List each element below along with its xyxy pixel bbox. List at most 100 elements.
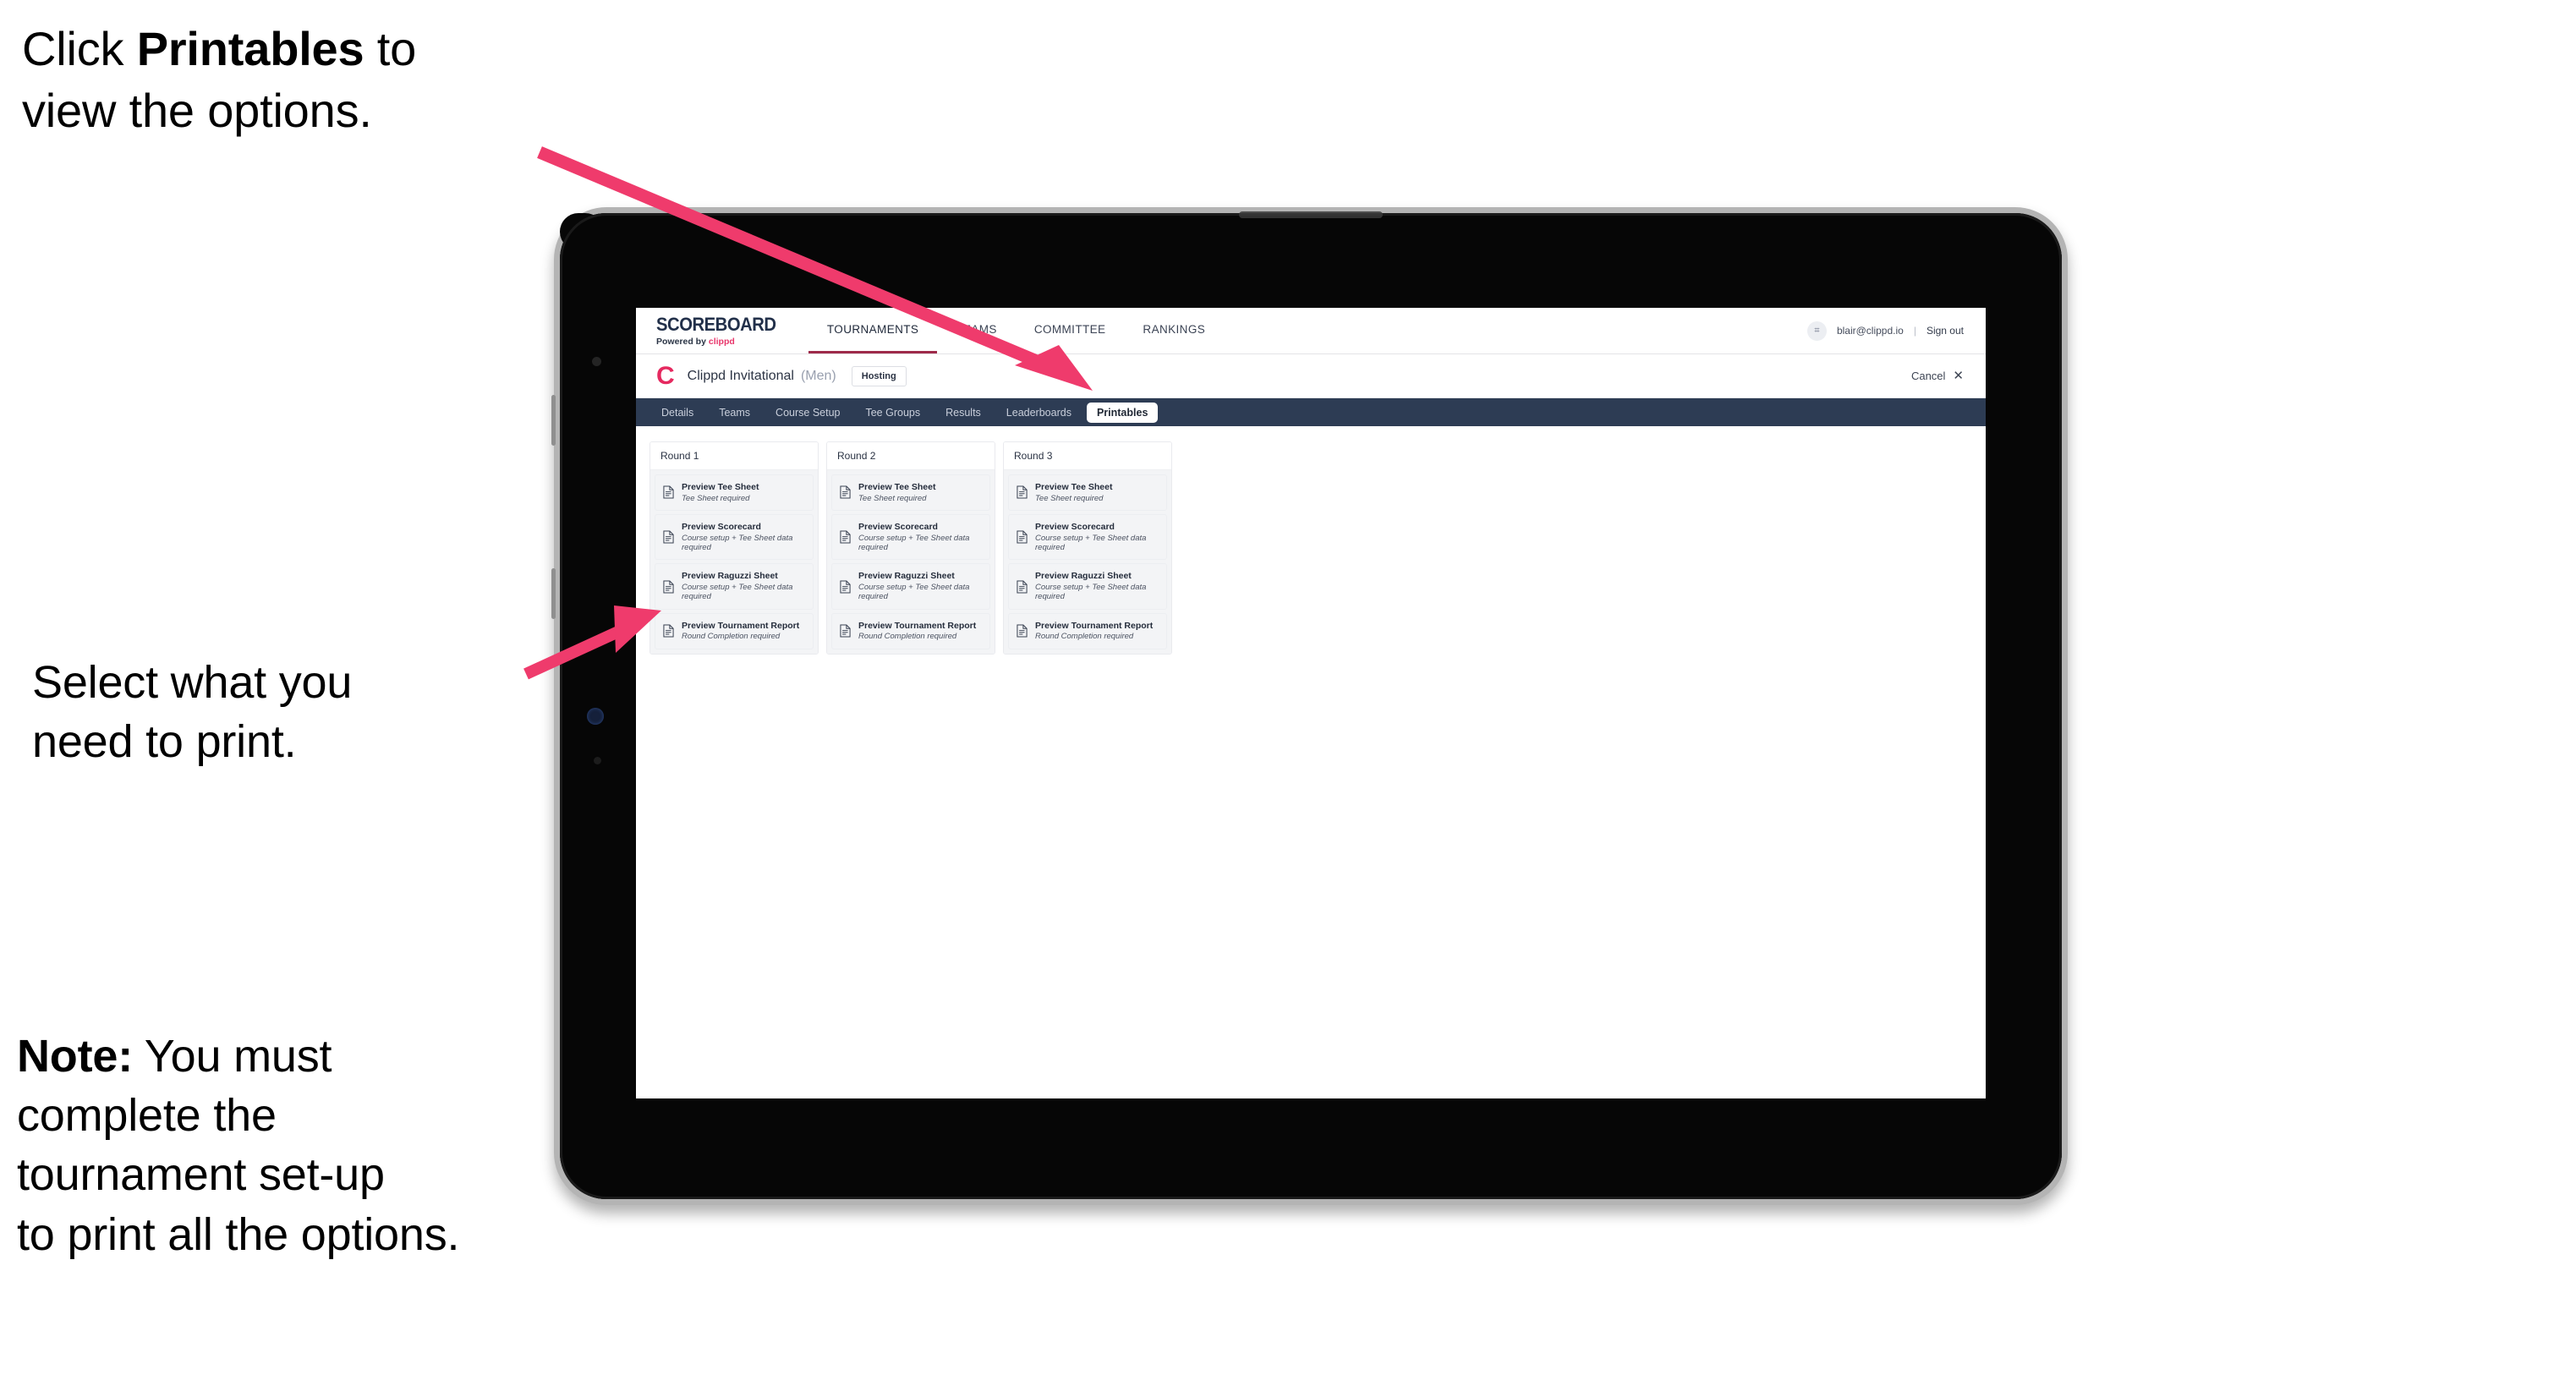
- list-item[interactable]: Preview Raguzzi Sheet Course setup + Tee…: [1008, 563, 1167, 610]
- document-icon: [840, 624, 851, 638]
- printable-requirement: Tee Sheet required: [682, 493, 750, 503]
- avatar[interactable]: ⌗: [1806, 320, 1827, 341]
- printable-requirement: Tee Sheet required: [858, 493, 927, 503]
- document-icon: [663, 486, 674, 499]
- printable-title: Preview Scorecard: [1035, 521, 1115, 532]
- tab-course-setup[interactable]: Course Setup: [765, 403, 850, 423]
- brand-title: SCOREBOARD: [656, 313, 776, 335]
- nav-item-tournaments[interactable]: TOURNAMENTS: [808, 308, 938, 353]
- document-icon: [840, 530, 851, 544]
- speaker-grille: [1239, 211, 1383, 218]
- side-accent-top: [551, 395, 556, 446]
- account-separator: |: [1913, 325, 1916, 337]
- list-item[interactable]: Preview Tournament Report Round Completi…: [655, 612, 814, 649]
- list-item[interactable]: Preview Tournament Report Round Completi…: [831, 612, 990, 649]
- list-item[interactable]: Preview Tournament Report Round Completi…: [1008, 612, 1167, 649]
- printable-title: Preview Scorecard: [682, 521, 761, 532]
- round-title: Round 1: [650, 442, 818, 470]
- annotation-select-print: Select what you need to print.: [32, 657, 353, 768]
- document-icon: [663, 624, 674, 638]
- printable-requirement: Course setup + Tee Sheet data required: [682, 533, 793, 552]
- tournament-gender: (Men): [800, 368, 836, 383]
- tournament-tab-strip: Details Teams Course Setup Tee Groups Re…: [636, 398, 1986, 426]
- document-icon: [1017, 624, 1028, 638]
- round-items-list: Preview Tee Sheet Tee Sheet required Pre…: [1004, 470, 1171, 654]
- list-item[interactable]: Preview Tee Sheet Tee Sheet required: [1008, 474, 1167, 511]
- printable-requirement: Course setup + Tee Sheet data required: [858, 533, 970, 552]
- printable-title: Preview Tournament Report: [682, 620, 800, 631]
- brand-sub-clippd: clippd: [708, 336, 735, 347]
- front-camera-icon: [587, 708, 604, 725]
- annotation-click-pre: Click: [22, 22, 137, 75]
- document-icon: [840, 580, 851, 594]
- round-items-list: Preview Tee Sheet Tee Sheet required Pre…: [650, 470, 818, 654]
- tab-results[interactable]: Results: [935, 403, 991, 423]
- annotation-printables-bold: Printables: [136, 22, 364, 75]
- tab-teams[interactable]: Teams: [709, 403, 760, 423]
- browser-viewport: SCOREBOARD Powered by clippd TOURNAMENTS…: [636, 308, 1986, 1098]
- document-icon: [663, 530, 674, 544]
- nav-item-rankings[interactable]: RANKINGS: [1124, 308, 1224, 353]
- tournament-subheader: C Clippd Invitational (Men) Hosting Canc…: [636, 354, 1986, 398]
- tab-printables[interactable]: Printables: [1086, 402, 1159, 423]
- annotation-click-printables: Click Printables to view the options.: [22, 19, 580, 142]
- tab-details[interactable]: Details: [651, 403, 704, 423]
- round-card: Round 1 Preview Tee Sheet Tee Sheet requ…: [649, 441, 819, 655]
- printable-requirement: Course setup + Tee Sheet data required: [858, 582, 970, 602]
- tournament-name: Clippd Invitational: [687, 368, 794, 383]
- light-sensor-icon: [594, 757, 601, 764]
- printables-panel: Round 1 Preview Tee Sheet Tee Sheet requ…: [636, 426, 1986, 1098]
- printable-requirement: Course setup + Tee Sheet data required: [682, 582, 793, 602]
- printable-requirement: Round Completion required: [1035, 632, 1134, 642]
- list-item[interactable]: Preview Scorecard Course setup + Tee She…: [655, 513, 814, 561]
- list-item[interactable]: Preview Scorecard Course setup + Tee She…: [1008, 513, 1167, 561]
- nav-item-committee[interactable]: COMMITTEE: [1016, 308, 1125, 353]
- list-item[interactable]: Preview Tee Sheet Tee Sheet required: [831, 474, 990, 511]
- printable-title: Preview Raguzzi Sheet: [682, 571, 778, 582]
- cancel-button[interactable]: Cancel ✕: [1911, 370, 1964, 382]
- nav-item-teams[interactable]: TEAMS: [937, 308, 1016, 353]
- brand-logo[interactable]: SCOREBOARD Powered by clippd: [636, 308, 808, 353]
- hosting-status-badge: Hosting: [851, 365, 907, 386]
- side-accent-bottom: [551, 568, 556, 619]
- cancel-label: Cancel: [1910, 370, 1946, 382]
- tablet-device-frame: SCOREBOARD Powered by clippd TOURNAMENTS…: [551, 207, 2068, 1205]
- tab-leaderboards[interactable]: Leaderboards: [996, 403, 1082, 423]
- printable-requirement: Course setup + Tee Sheet data required: [1035, 533, 1147, 552]
- printable-title: Preview Raguzzi Sheet: [858, 571, 955, 582]
- printable-requirement: Tee Sheet required: [1035, 493, 1104, 503]
- document-icon: [1017, 486, 1028, 499]
- printable-title: Preview Raguzzi Sheet: [1035, 571, 1132, 582]
- document-icon: [840, 486, 851, 499]
- close-icon: ✕: [1953, 369, 1964, 383]
- account-email: blair@clippd.io: [1836, 325, 1904, 337]
- printable-requirement: Round Completion required: [682, 632, 781, 642]
- list-item[interactable]: Preview Raguzzi Sheet Course setup + Tee…: [655, 563, 814, 610]
- screenshot-canvas: Click Printables to view the options. Se…: [0, 0, 2576, 1386]
- round-items-list: Preview Tee Sheet Tee Sheet required Pre…: [827, 470, 995, 654]
- list-item[interactable]: Preview Tee Sheet Tee Sheet required: [655, 474, 814, 511]
- printable-title: Preview Tournament Report: [1035, 620, 1154, 631]
- printable-title: Preview Scorecard: [858, 521, 938, 532]
- printable-title: Preview Tournament Report: [858, 620, 977, 631]
- round-title: Round 3: [1004, 442, 1171, 470]
- pinhole-sensor-icon: [592, 357, 601, 366]
- annotation-note-bold: Note:: [17, 1031, 133, 1082]
- account-area: ⌗ blair@clippd.io | Sign out: [1806, 308, 1986, 353]
- primary-nav: TOURNAMENTS TEAMS COMMITTEE RANKINGS: [808, 308, 1807, 353]
- clippd-logo-icon: C: [656, 361, 675, 390]
- round-card: Round 2 Preview Tee Sheet Tee Sheet requ…: [826, 441, 995, 655]
- list-item[interactable]: Preview Raguzzi Sheet Course setup + Tee…: [831, 563, 990, 610]
- app-topbar: SCOREBOARD Powered by clippd TOURNAMENTS…: [636, 308, 1986, 354]
- document-icon: [663, 580, 674, 594]
- brand-subtitle: Powered by clippd: [656, 337, 787, 347]
- rounds-grid: Round 1 Preview Tee Sheet Tee Sheet requ…: [649, 441, 1972, 655]
- round-card: Round 3 Preview Tee Sheet Tee Sheet requ…: [1003, 441, 1172, 655]
- printable-title: Preview Tee Sheet: [1035, 482, 1113, 492]
- sign-out-link[interactable]: Sign out: [1927, 325, 1964, 337]
- document-icon: [1017, 530, 1028, 544]
- printable-requirement: Round Completion required: [858, 632, 957, 642]
- brand-sub-prefix: Powered by: [656, 336, 709, 347]
- list-item[interactable]: Preview Scorecard Course setup + Tee She…: [831, 513, 990, 561]
- tab-tee-groups[interactable]: Tee Groups: [855, 403, 930, 423]
